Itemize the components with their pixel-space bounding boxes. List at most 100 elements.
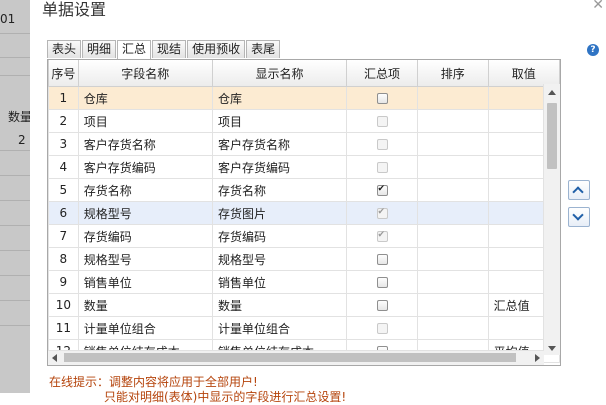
scroll-up-icon[interactable] — [548, 90, 556, 95]
col-header-field-name[interactable]: 字段名称 — [77, 60, 213, 87]
online-hint-secondary: 只能对明细(表体)中显示的字段进行汇总设置! — [104, 390, 347, 404]
row-sort — [416, 270, 489, 294]
divider — [0, 275, 30, 276]
table-row[interactable]: 8 规格型号 规格型号 — [48, 247, 560, 271]
row-field-name: 销售单位 — [77, 270, 213, 294]
divider — [0, 225, 30, 226]
col-header-sort[interactable]: 排序 — [416, 60, 489, 87]
horizontal-scrollbar[interactable] — [48, 350, 544, 365]
summary-grid: 序号 字段名称 显示名称 汇总项 排序 取值 1 仓库 仓库 2 项目 项目 3 客户存货名称… — [47, 59, 561, 366]
tab-summary[interactable]: 汇总 — [117, 40, 152, 59]
summary-checkbox — [376, 116, 388, 127]
table-row[interactable]: 11 计量单位组合 计量单位组合 — [48, 316, 560, 340]
row-sort — [416, 155, 489, 179]
summary-checkbox[interactable]: ✔ — [376, 184, 388, 196]
table-row[interactable]: 3 客户存货名称 客户存货名称 — [48, 132, 560, 156]
row-display-name: 存货图片 — [211, 201, 348, 225]
table-row[interactable]: 7 存货编码 存货编码 ✔ — [48, 224, 560, 248]
col-header-value[interactable]: 取值 — [487, 60, 560, 87]
divider — [0, 300, 30, 301]
row-display-name: 客户存货编码 — [211, 155, 348, 179]
grid-header-row: 序号 字段名称 显示名称 汇总项 排序 取值 — [48, 60, 560, 87]
divider — [0, 57, 30, 58]
row-summary-cell: ✔ — [346, 201, 418, 225]
row-sort — [416, 224, 489, 248]
scroll-thumb-horizontal[interactable] — [64, 353, 516, 362]
row-seq: 5 — [48, 178, 79, 202]
row-seq: 4 — [48, 155, 79, 179]
row-field-name: 项目 — [77, 109, 213, 133]
table-row[interactable]: 9 销售单位 销售单位 — [48, 270, 560, 294]
move-down-button[interactable] — [568, 207, 590, 227]
divider — [0, 200, 30, 201]
check-icon: ✔ — [377, 230, 386, 240]
row-summary-cell — [346, 109, 418, 133]
summary-checkbox[interactable] — [376, 254, 388, 265]
summary-checkbox[interactable] — [376, 277, 388, 288]
scroll-left-icon[interactable] — [52, 354, 57, 362]
parent-cell: 01 — [0, 12, 16, 26]
row-field-name: 存货编码 — [77, 224, 213, 248]
chevron-up-icon — [572, 186, 584, 198]
close-icon[interactable]: ✕ — [592, 0, 604, 13]
row-seq: 8 — [48, 247, 79, 271]
tab-use-prepayment[interactable]: 使用预收 — [187, 40, 246, 58]
check-icon: ✔ — [377, 207, 386, 217]
divider — [0, 150, 30, 151]
table-row[interactable]: 10 数量 数量 汇总值 — [48, 293, 560, 317]
row-summary-cell — [346, 270, 418, 294]
tab-footer[interactable]: 表尾 — [246, 40, 281, 58]
row-seq: 2 — [48, 109, 79, 133]
scroll-down-icon[interactable] — [548, 346, 556, 351]
divider — [0, 250, 30, 251]
table-row[interactable]: 1 仓库 仓库 — [48, 86, 560, 110]
row-display-name: 客户存货名称 — [211, 132, 348, 156]
row-field-name: 数量 — [77, 293, 213, 317]
settings-dialog: 单据设置 ✕ ? 表头 明细 汇总 现结 使用预收 表尾 序号 字段名称 显示名… — [30, 0, 606, 404]
row-summary-cell — [346, 293, 418, 317]
table-row[interactable]: 4 客户存货编码 客户存货编码 — [48, 155, 560, 179]
col-header-summary-item[interactable]: 汇总项 — [346, 60, 418, 87]
summary-checkbox — [376, 323, 388, 334]
table-row[interactable]: 2 项目 项目 — [48, 109, 560, 133]
row-sort — [416, 201, 489, 225]
move-up-button[interactable] — [568, 180, 590, 200]
tab-detail[interactable]: 明细 — [82, 40, 117, 58]
summary-checkbox[interactable] — [376, 93, 388, 104]
tab-bar: 表头 明细 汇总 现结 使用预收 表尾 — [47, 40, 281, 59]
table-row[interactable]: 5 存货名称 存货名称 ✔ — [48, 178, 560, 202]
row-display-name: 销售单位 — [211, 270, 348, 294]
row-seq: 3 — [48, 132, 79, 156]
col-header-seq[interactable]: 序号 — [48, 60, 79, 87]
row-summary-cell — [346, 316, 418, 340]
vertical-scrollbar[interactable] — [543, 84, 560, 355]
row-display-name: 项目 — [211, 109, 348, 133]
row-display-name: 仓库 — [211, 86, 348, 110]
row-sort — [416, 247, 489, 271]
tab-cash-settlement[interactable]: 现结 — [152, 40, 187, 58]
divider — [0, 33, 30, 34]
row-sort — [416, 293, 489, 317]
tab-header[interactable]: 表头 — [47, 40, 82, 58]
row-field-name: 规格型号 — [77, 201, 213, 225]
summary-checkbox — [376, 139, 388, 150]
row-sort — [416, 132, 489, 156]
row-seq: 9 — [48, 270, 79, 294]
row-display-name: 计量单位组合 — [211, 316, 348, 340]
row-display-name: 数量 — [211, 293, 348, 317]
scroll-right-icon[interactable] — [535, 354, 540, 362]
divider — [0, 175, 30, 176]
row-summary-cell — [346, 132, 418, 156]
col-header-display-name[interactable]: 显示名称 — [211, 60, 348, 87]
row-seq: 6 — [48, 201, 79, 225]
check-icon: ✔ — [377, 184, 386, 194]
divider — [0, 75, 30, 76]
divider — [0, 325, 30, 326]
grid-body: 1 仓库 仓库 2 项目 项目 3 客户存货名称 客户存货名称 4 客户存货编码 客户存货编码 5 存货名… — [48, 86, 560, 363]
table-row[interactable]: 6 规格型号 存货图片 ✔ — [48, 201, 560, 225]
row-sort — [416, 86, 489, 110]
scroll-thumb[interactable] — [547, 103, 557, 169]
help-icon[interactable]: ? — [587, 44, 599, 56]
row-field-name: 计量单位组合 — [77, 316, 213, 340]
summary-checkbox[interactable] — [376, 300, 388, 311]
